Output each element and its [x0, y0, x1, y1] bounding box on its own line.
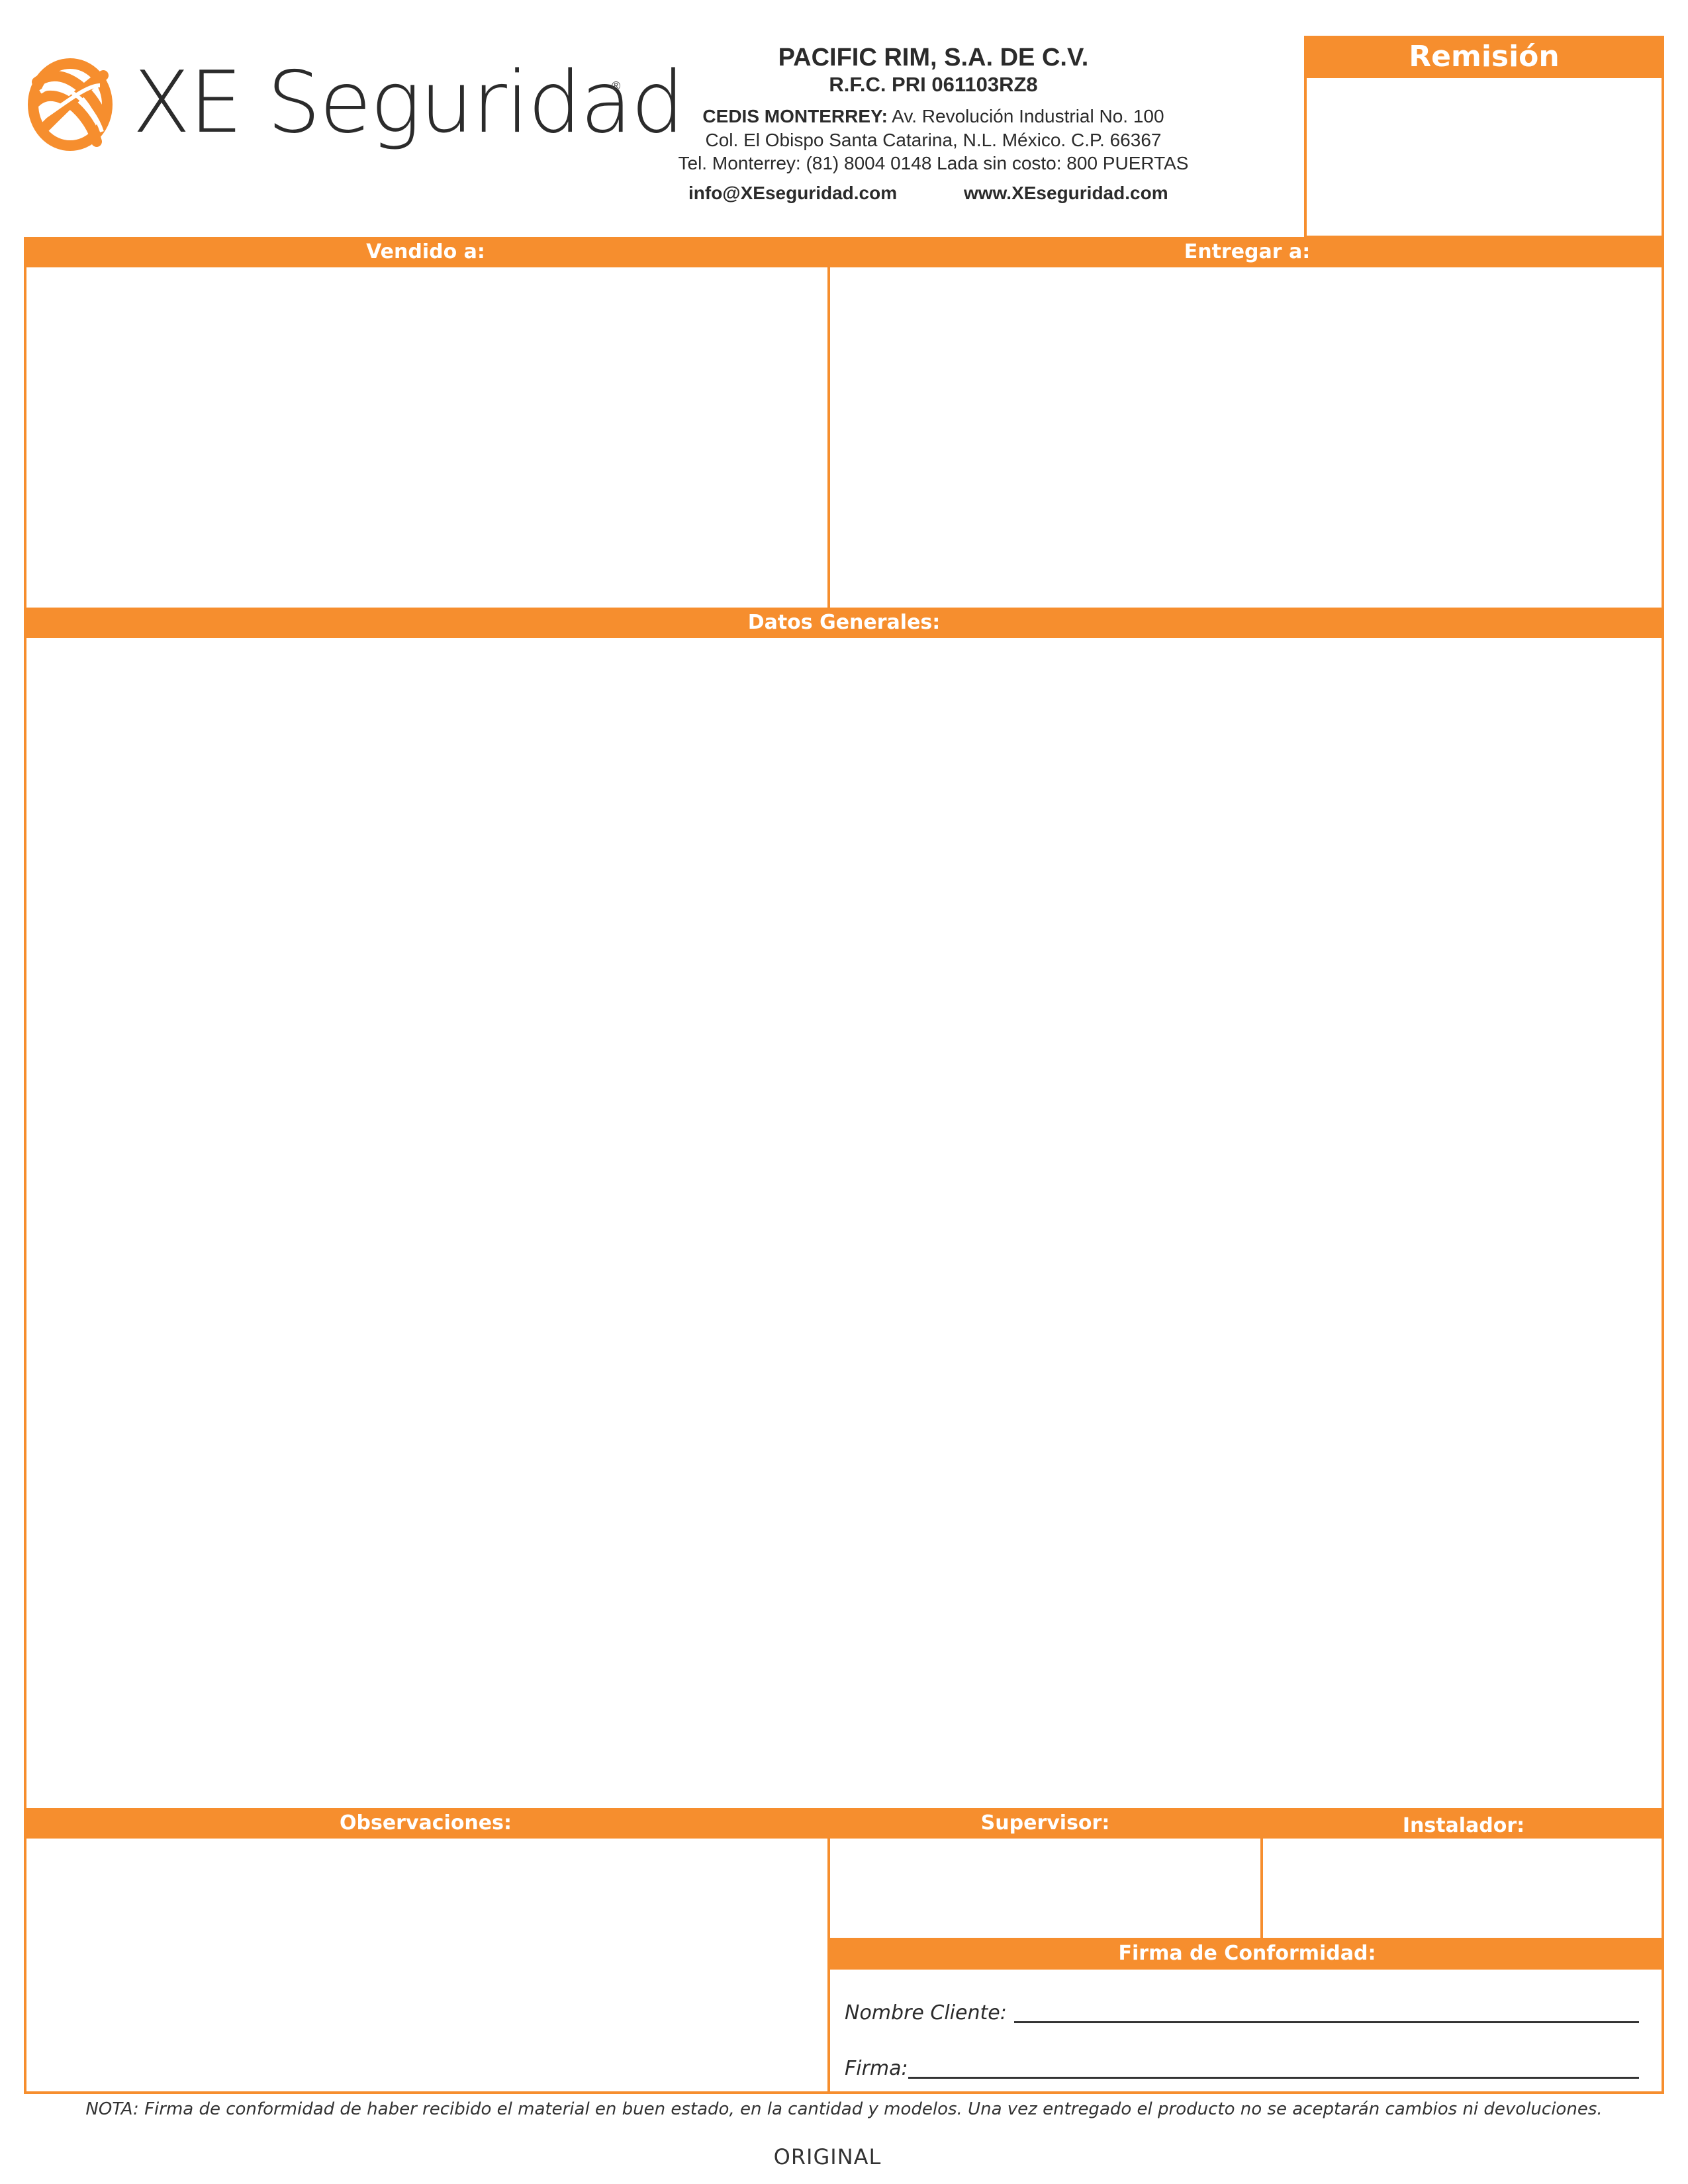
vendido-entregar-divider: [827, 237, 830, 608]
folio-field[interactable]: [1311, 85, 1658, 230]
company-name: PACIFIC RIM, S.A. DE C.V.: [778, 44, 1089, 71]
entregar-field[interactable]: [833, 270, 1659, 605]
vendido-field[interactable]: [29, 270, 825, 605]
supervisor-field[interactable]: [833, 1841, 1258, 1935]
company-website: www.XEseguridad.com: [964, 183, 1168, 203]
copy-label: ORIGINAL: [773, 2144, 882, 2169]
instalador-field[interactable]: [1266, 1841, 1659, 1935]
vendido-header: Vendido a:: [24, 237, 827, 267]
observaciones-field[interactable]: [29, 1841, 825, 2089]
document-title: Remisión: [1304, 36, 1664, 78]
company-phone: Tel. Monterrey: (81) 8004 0148 Lada sin …: [678, 153, 1189, 173]
firma-label: Firma:: [845, 2057, 908, 2080]
firma-line[interactable]: [908, 2077, 1639, 2079]
firma-conformidad-header: Firma de Conformidad:: [830, 1938, 1664, 1970]
datos-generales-header: Datos Generales:: [24, 608, 1664, 638]
company-address-line2: Col. El Obispo Santa Catarina, N.L. Méxi…: [705, 130, 1162, 150]
nombre-cliente-line[interactable]: [1014, 2021, 1639, 2023]
brand-wordmark: XE Seguridad: [132, 54, 684, 152]
instalador-header: Instalador:: [1263, 1808, 1664, 1839]
supervisor-header: Supervisor:: [830, 1808, 1260, 1839]
company-email: info@XEseguridad.com: [688, 183, 898, 203]
company-rfc: R.F.C. PRI 061103RZ8: [829, 73, 1038, 96]
address-label: CEDIS MONTERREY:: [702, 106, 888, 126]
observaciones-header: Observaciones:: [24, 1808, 827, 1839]
address-street: Av. Revolución Industrial No. 100: [892, 106, 1164, 126]
supervisor-instalador-divider: [1260, 1808, 1263, 1938]
xe-globe-logo-icon: [24, 56, 117, 154]
footer-note: NOTA: Firma de conformidad de haber reci…: [85, 2099, 1603, 2119]
nombre-cliente-label: Nombre Cliente:: [845, 2001, 1007, 2025]
company-address-line1: CEDIS MONTERREY: Av. Revolución Industri…: [629, 106, 1238, 127]
entregar-header: Entregar a:: [830, 237, 1664, 267]
registered-mark: ®: [612, 79, 621, 93]
datos-generales-field[interactable]: [29, 641, 1659, 1805]
